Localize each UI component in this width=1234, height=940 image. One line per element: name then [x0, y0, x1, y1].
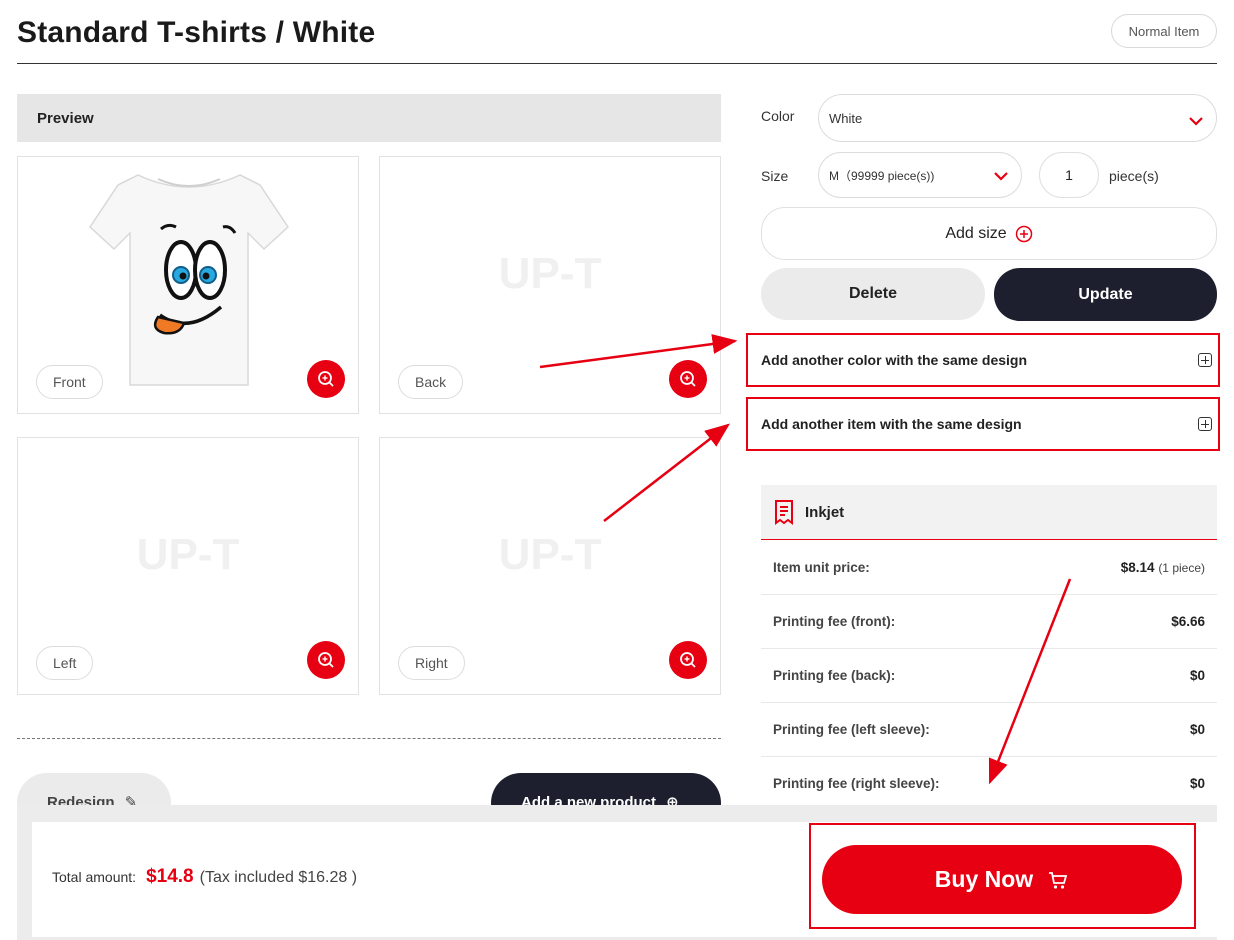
- buy-now-button[interactable]: Buy Now: [822, 845, 1182, 914]
- tax-included: (Tax included $16.28 ): [199, 869, 358, 886]
- chevron-down-icon: [1189, 117, 1203, 126]
- quantity-unit: piece(s): [1109, 168, 1159, 184]
- add-color-label: Add another color with the same design: [761, 352, 1028, 368]
- preview-heading: Preview: [37, 109, 94, 127]
- size-select[interactable]: M（99999 piece(s)): [818, 152, 1022, 198]
- zoom-front-button[interactable]: [307, 360, 345, 398]
- watermark-back: UP-T: [498, 249, 602, 298]
- print-method-label: Inkjet: [805, 503, 845, 521]
- fee-row: Item unit price: $8.14 (1 piece): [761, 541, 1217, 595]
- fee-label: Printing fee (left sleeve):: [773, 722, 930, 737]
- view-card-front[interactable]: Front: [17, 156, 359, 414]
- fee-row: Printing fee (right sleeve): $0: [761, 757, 1217, 811]
- fee-row: Printing fee (back): $0: [761, 649, 1217, 703]
- cart-icon: [1049, 871, 1068, 889]
- print-method-header: Inkjet: [761, 485, 1217, 540]
- total-label: Total amount:: [52, 869, 137, 885]
- expand-plus-icon: [1198, 417, 1212, 431]
- zoom-right-button[interactable]: [669, 641, 707, 679]
- fee-label: Item unit price:: [773, 560, 870, 575]
- color-label: Color: [761, 108, 795, 124]
- expand-plus-icon: [1198, 353, 1212, 367]
- item-type-badge: Normal Item: [1111, 14, 1217, 48]
- title-divider: [17, 63, 1217, 64]
- fee-value: $8.14: [1120, 560, 1155, 575]
- fee-label: Printing fee (front):: [773, 614, 896, 629]
- total-amount: $14.8: [146, 866, 194, 887]
- watermark-left: UP-T: [136, 530, 240, 579]
- view-label-left[interactable]: Left: [36, 646, 94, 680]
- view-card-back[interactable]: UP-T Back: [379, 156, 721, 414]
- view-card-right[interactable]: UP-T Right: [379, 437, 721, 695]
- chevron-down-icon: [994, 172, 1008, 181]
- fee-row: Printing fee (front): $6.66: [761, 595, 1217, 649]
- add-size-label: Add size: [945, 224, 1007, 242]
- view-label-front[interactable]: Front: [36, 365, 103, 399]
- quantity-input[interactable]: 1: [1039, 152, 1099, 198]
- zoom-in-icon: [318, 371, 334, 387]
- size-label: Size: [761, 168, 789, 184]
- color-select-value: White: [829, 110, 863, 126]
- zoom-back-button[interactable]: [669, 360, 707, 398]
- fee-note: (1 piece): [1158, 561, 1205, 575]
- quantity-value: 1: [1065, 167, 1073, 183]
- watermark-right: UP-T: [498, 530, 602, 579]
- fee-label: Printing fee (back):: [773, 668, 896, 683]
- zoom-left-button[interactable]: [307, 641, 345, 679]
- plus-circle-icon: [1015, 225, 1032, 242]
- view-label-back[interactable]: Back: [398, 365, 464, 399]
- fee-value: $0: [1189, 668, 1205, 683]
- add-size-button[interactable]: Add size: [761, 207, 1217, 260]
- receipt-icon: [775, 500, 793, 525]
- view-card-left[interactable]: UP-T Left: [17, 437, 359, 695]
- zoom-in-icon: [680, 652, 696, 668]
- view-label-right[interactable]: Right: [398, 646, 465, 680]
- size-select-value: M（99999 piece(s)): [829, 168, 935, 183]
- fee-value: $6.66: [1171, 614, 1205, 629]
- page-title: Standard T-shirts / White: [17, 16, 376, 49]
- zoom-in-icon: [318, 652, 334, 668]
- preview-divider: [17, 738, 721, 739]
- fee-value: $0: [1189, 722, 1205, 737]
- color-select[interactable]: White: [818, 94, 1217, 142]
- delete-button[interactable]: Delete: [761, 268, 985, 320]
- preview-header: Preview: [17, 94, 721, 142]
- add-color-accordion[interactable]: Add another color with the same design: [746, 333, 1220, 387]
- total-summary: Total amount: $14.8 (Tax included $16.28…: [52, 866, 357, 888]
- fee-row: Printing fee (left sleeve): $0: [761, 703, 1217, 757]
- fee-label: Printing fee (right sleeve):: [773, 776, 940, 791]
- buy-now-label: Buy Now: [934, 866, 1034, 892]
- update-button[interactable]: Update: [994, 268, 1217, 321]
- add-item-label: Add another item with the same design: [761, 416, 1022, 432]
- fee-value: $0: [1189, 776, 1205, 791]
- zoom-in-icon: [680, 371, 696, 387]
- add-item-accordion[interactable]: Add another item with the same design: [746, 397, 1220, 451]
